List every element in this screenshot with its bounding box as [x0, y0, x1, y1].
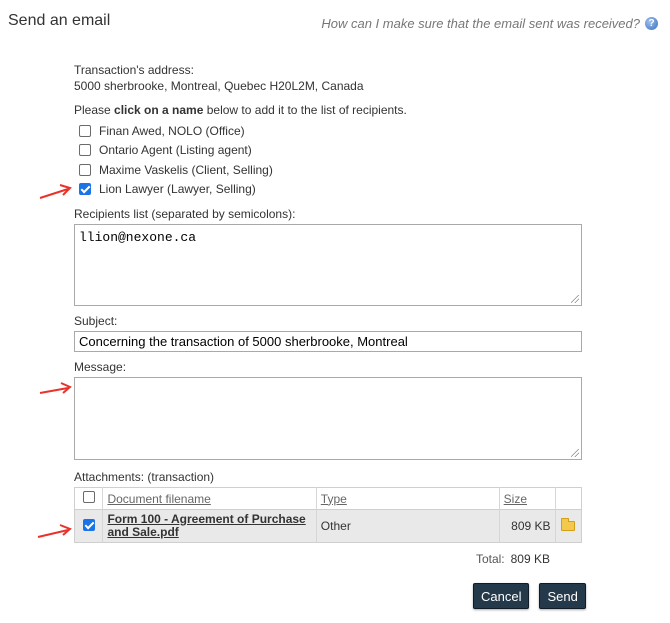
contact-name[interactable]: Maxime Vaskelis (Client, Selling)	[99, 163, 273, 177]
email-form: Transaction's address: 5000 sherbrooke, …	[74, 62, 582, 566]
folder-icon[interactable]	[561, 518, 576, 531]
annotation-arrow-icon	[39, 184, 72, 199]
select-all-checkbox[interactable]	[82, 491, 95, 503]
attachments-table: Document filename Type Size Form 100 - A…	[74, 487, 582, 543]
type-cell: Other	[316, 509, 500, 543]
column-header-size[interactable]: Size	[499, 487, 556, 510]
table-row: Form 100 - Agreement of Purchase and Sale…	[74, 509, 582, 543]
contact-checkbox[interactable]	[79, 124, 91, 137]
transaction-address-label: Transaction's address:	[74, 63, 194, 77]
transaction-address: 5000 sherbrooke, Montreal, Quebec H20L2M…	[74, 79, 364, 93]
recipient-instructions: Please click on a name below to add it t…	[74, 103, 407, 117]
contact-checkbox[interactable]	[79, 144, 91, 157]
action-cell	[555, 509, 582, 543]
attachment-checkbox[interactable]	[82, 518, 95, 531]
table-header-row: Document filename Type Size	[74, 487, 582, 510]
question-circle-icon[interactable]: ?	[645, 17, 658, 30]
contact-item[interactable]: Maxime Vaskelis (Client, Selling)	[74, 160, 582, 180]
total-value: 809 KB	[510, 552, 550, 566]
subject-label: Subject:	[74, 314, 118, 328]
message-label: Message:	[74, 360, 127, 374]
recipients-value: llion@nexone.ca	[79, 230, 197, 245]
contact-list: Finan Awed, NOLO (Office) Ontario Agent …	[74, 121, 582, 199]
message-textarea[interactable]	[74, 377, 582, 460]
column-header-filename[interactable]: Document filename	[102, 487, 317, 510]
contact-checkbox[interactable]	[79, 183, 91, 196]
total-label: Total:	[475, 552, 505, 566]
send-button[interactable]: Send	[539, 583, 586, 609]
cancel-button[interactable]: Cancel	[473, 583, 530, 609]
attachments-label: Attachments: (transaction)	[74, 470, 215, 484]
annotation-arrow-icon	[37, 524, 72, 538]
row-select-cell	[74, 509, 104, 543]
page-title: Send an email	[8, 12, 111, 29]
contact-item[interactable]: Lion Lawyer (Lawyer, Selling)	[74, 180, 582, 200]
resize-grip-icon[interactable]	[571, 449, 579, 457]
contact-name[interactable]: Lion Lawyer (Lawyer, Selling)	[99, 182, 256, 196]
help-text: How can I make sure that the email sent …	[321, 16, 640, 31]
annotation-arrow-icon	[39, 382, 72, 394]
resize-grip-icon[interactable]	[571, 295, 579, 303]
size-cell: 809 KB	[499, 509, 556, 543]
document-link[interactable]: Form 100 - Agreement of Purchase and Sale…	[107, 513, 311, 539]
select-all-cell	[74, 487, 104, 510]
action-buttons: Cancel Send	[473, 583, 586, 609]
recipients-textarea[interactable]: llion@nexone.ca	[74, 224, 582, 306]
column-header-action	[555, 487, 582, 510]
subject-input[interactable]: Concerning the transaction of 5000 sherb…	[74, 331, 582, 352]
contact-name[interactable]: Finan Awed, NOLO (Office)	[99, 124, 245, 138]
contact-item[interactable]: Ontario Agent (Listing agent)	[74, 141, 582, 161]
contact-checkbox[interactable]	[79, 163, 91, 176]
help-link[interactable]: How can I make sure that the email sent …	[321, 16, 658, 31]
column-header-type[interactable]: Type	[316, 487, 500, 510]
recipients-label: Recipients list (separated by semicolons…	[74, 207, 296, 221]
filename-cell: Form 100 - Agreement of Purchase and Sale…	[102, 509, 317, 543]
contact-item[interactable]: Finan Awed, NOLO (Office)	[74, 121, 582, 141]
contact-name[interactable]: Ontario Agent (Listing agent)	[99, 143, 252, 157]
attachments-total: Total: 809 KB	[74, 552, 550, 566]
